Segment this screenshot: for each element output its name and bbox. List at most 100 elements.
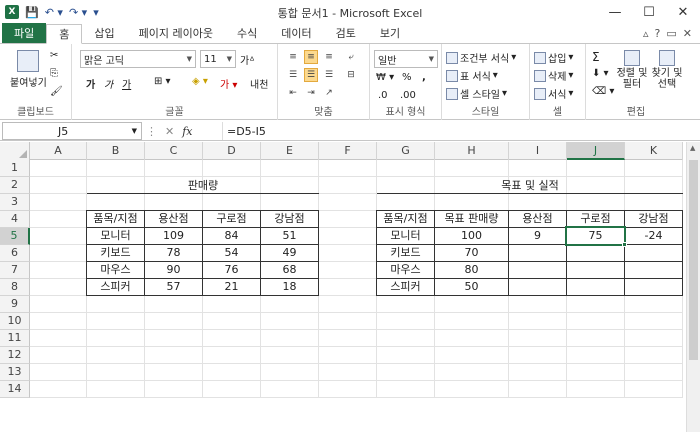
fill-handle[interactable] [622,242,627,247]
active-cell-selection[interactable] [565,226,626,246]
cell-f11[interactable] [319,330,377,347]
tab-home[interactable]: 홈 [46,24,83,44]
cell-e9[interactable] [261,296,319,313]
tab-data[interactable]: 데이터 [269,23,323,43]
cell-a10[interactable] [30,313,87,330]
cell-h3[interactable] [435,194,509,211]
tab-view[interactable]: 보기 [368,23,412,43]
cell-j8[interactable] [567,279,625,296]
autosum-button[interactable]: Σ [592,50,600,64]
cell-a5[interactable] [30,228,87,245]
cell-a1[interactable] [30,160,87,177]
cell-i7[interactable] [509,262,567,279]
cell-f2[interactable] [319,177,377,194]
column-header-a[interactable]: A [30,142,87,160]
cell-b13[interactable] [87,364,145,381]
cell-g10[interactable] [377,313,435,330]
delete-cells-button[interactable]: 삭제 ▾ [534,68,573,83]
cell-i1[interactable] [509,160,567,177]
align-left-icon[interactable]: ☰ [286,68,300,82]
cell-h6[interactable]: 70 [435,245,509,262]
help-icon[interactable]: ? [655,27,661,40]
border-icon[interactable]: ⊞ ▾ [154,76,171,87]
cell-e13[interactable] [261,364,319,381]
column-header-c[interactable]: C [145,142,203,160]
cell-a7[interactable] [30,262,87,279]
cell-b14[interactable] [87,381,145,398]
cell-b10[interactable] [87,313,145,330]
cell-g11[interactable] [377,330,435,347]
cell-g9[interactable] [377,296,435,313]
cell-d1[interactable] [203,160,261,177]
grow-font-icon[interactable]: 가ᐞ [240,52,255,67]
tab-review[interactable]: 검토 [324,23,368,43]
cell-j6[interactable] [567,245,625,262]
column-header-g[interactable]: G [377,142,435,160]
cell-f1[interactable] [319,160,377,177]
cell-e11[interactable] [261,330,319,347]
font-size-combo[interactable]: 11 ▼ [200,50,236,68]
cell-i4[interactable]: 용산점 [509,211,567,228]
font-name-combo[interactable]: 맑은 고딕 ▼ [80,50,196,68]
cell-c3[interactable] [145,194,203,211]
align-center-icon[interactable]: ☰ [304,68,318,82]
cell-j14[interactable] [567,381,625,398]
decrease-indent-icon[interactable]: ⇤ [286,86,300,100]
cell-a2[interactable] [30,177,87,194]
cell-c7[interactable]: 90 [145,262,203,279]
save-icon[interactable]: 💾 [25,6,39,19]
cell-c12[interactable] [145,347,203,364]
cell-b11[interactable] [87,330,145,347]
cell-g13[interactable] [377,364,435,381]
cell-h12[interactable] [435,347,509,364]
cell-i9[interactable] [509,296,567,313]
cell-a4[interactable] [30,211,87,228]
number-format-combo[interactable]: 일반 ▼ [374,50,438,68]
tab-file[interactable]: 파일 [2,23,47,43]
cell-f13[interactable] [319,364,377,381]
currency-icon[interactable]: ₩ ▾ [376,72,394,83]
cell-i10[interactable] [509,313,567,330]
cell-e4[interactable]: 강남점 [261,211,319,228]
cell-j10[interactable] [567,313,625,330]
cell-c11[interactable] [145,330,203,347]
column-header-k[interactable]: K [625,142,683,160]
scroll-up-icon[interactable]: ▲ [690,144,695,152]
percent-button[interactable]: % [402,72,412,83]
cell-j7[interactable] [567,262,625,279]
merge-center-icon[interactable]: ⊟ [344,68,358,82]
cell-i11[interactable] [509,330,567,347]
row-header-2[interactable]: 2 [0,177,30,194]
cell-c10[interactable] [145,313,203,330]
cell-d5[interactable]: 84 [203,228,261,245]
cell-k11[interactable] [625,330,683,347]
cell-e8[interactable]: 18 [261,279,319,296]
cell-j9[interactable] [567,296,625,313]
cell-b8[interactable]: 스피커 [87,279,145,296]
cell-c1[interactable] [145,160,203,177]
conditional-format-button[interactable]: 조건부 서식 ▾ [446,50,516,65]
cell-k5[interactable]: -24 [625,228,683,245]
cell-i14[interactable] [509,381,567,398]
bold-button[interactable]: 가 [86,76,95,91]
cell-d6[interactable]: 54 [203,245,261,262]
cell-d14[interactable] [203,381,261,398]
cell-g14[interactable] [377,381,435,398]
ribbon-minimize-icon[interactable]: ▵ [643,27,649,40]
cell-i3[interactable] [509,194,567,211]
comma-button[interactable]: , [422,72,426,83]
cell-f14[interactable] [319,381,377,398]
cell-k12[interactable] [625,347,683,364]
cell-j11[interactable] [567,330,625,347]
cell-g1[interactable] [377,160,435,177]
cell-b12[interactable] [87,347,145,364]
cell-styles-button[interactable]: 셀 스타일 ▾ [446,86,507,101]
tab-insert[interactable]: 삽입 [82,23,126,43]
cell-k7[interactable] [625,262,683,279]
row-header-8[interactable]: 8 [0,279,30,296]
cell-k4[interactable]: 강남점 [625,211,683,228]
cell-a11[interactable] [30,330,87,347]
align-middle-icon[interactable]: ≡ [304,50,318,64]
cell-h10[interactable] [435,313,509,330]
cell-a13[interactable] [30,364,87,381]
